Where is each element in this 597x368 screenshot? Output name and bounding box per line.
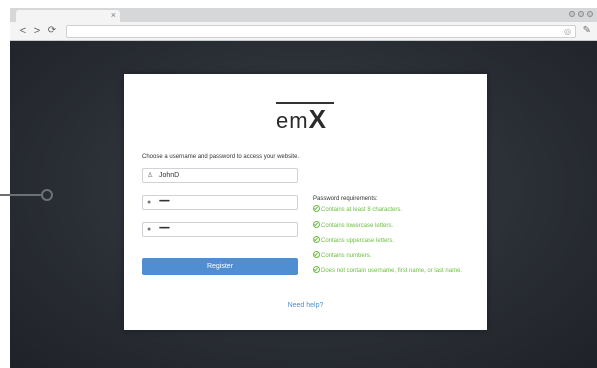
- lock-icon: ●: [147, 199, 152, 206]
- window-controls: [569, 11, 593, 17]
- back-icon[interactable]: <: [18, 25, 28, 37]
- maximize-icon[interactable]: [578, 11, 584, 17]
- check-circle-icon: [313, 251, 320, 258]
- registration-card: emX Choose a username and password to ac…: [124, 74, 487, 330]
- confirm-password-value: •••••••••: [159, 226, 170, 232]
- check-circle-icon: [313, 236, 320, 243]
- callout-marker: [41, 189, 53, 201]
- username-value: JohnD: [159, 172, 180, 179]
- username-field[interactable]: ♙ JohnD: [142, 168, 298, 183]
- address-bar[interactable]: ◎: [66, 25, 576, 38]
- tab-close-icon[interactable]: ×: [111, 9, 116, 21]
- check-circle-icon: [313, 221, 320, 228]
- confirm-password-field[interactable]: ● •••••••••: [142, 222, 298, 237]
- extension-icon[interactable]: ✎: [583, 25, 591, 37]
- requirement-item: Contains lowercase letters.: [313, 221, 393, 230]
- emx-logo: emX: [276, 102, 338, 134]
- navigation-bar: < > ⟳ ◎ ✎: [10, 22, 597, 41]
- password-value: •••••••••: [159, 199, 170, 205]
- minimize-icon[interactable]: [569, 11, 575, 17]
- requirement-item: Contains numbers.: [313, 251, 371, 260]
- check-circle-icon: [313, 205, 320, 212]
- callout-line: [0, 194, 42, 196]
- requirement-item: Contains at least 8 characters.: [313, 205, 402, 214]
- logo-suffix: X: [308, 104, 326, 134]
- requirements-title: Password requirements:: [313, 196, 378, 202]
- tab-bar: ×: [10, 8, 597, 22]
- password-field[interactable]: ● •••••••••: [142, 195, 298, 210]
- user-icon: ♙: [147, 172, 154, 179]
- lock-icon: ●: [147, 226, 152, 233]
- close-window-icon[interactable]: [587, 11, 593, 17]
- logo-text: emX: [276, 106, 326, 134]
- check-circle-icon: [313, 266, 320, 273]
- browser-tab[interactable]: ×: [16, 10, 120, 22]
- form-instruction: Choose a username and password to access…: [142, 154, 300, 160]
- bookmark-icon[interactable]: ◎: [564, 26, 571, 37]
- reload-icon[interactable]: ⟳: [47, 25, 57, 37]
- logo-prefix: em: [276, 108, 309, 133]
- forward-icon[interactable]: >: [32, 25, 42, 37]
- register-button[interactable]: Register: [142, 258, 298, 275]
- requirement-item: Does not contain username, first name, o…: [313, 266, 462, 275]
- need-help-link[interactable]: Need help?: [124, 302, 487, 309]
- requirement-item: Contains uppercase letters.: [313, 236, 394, 245]
